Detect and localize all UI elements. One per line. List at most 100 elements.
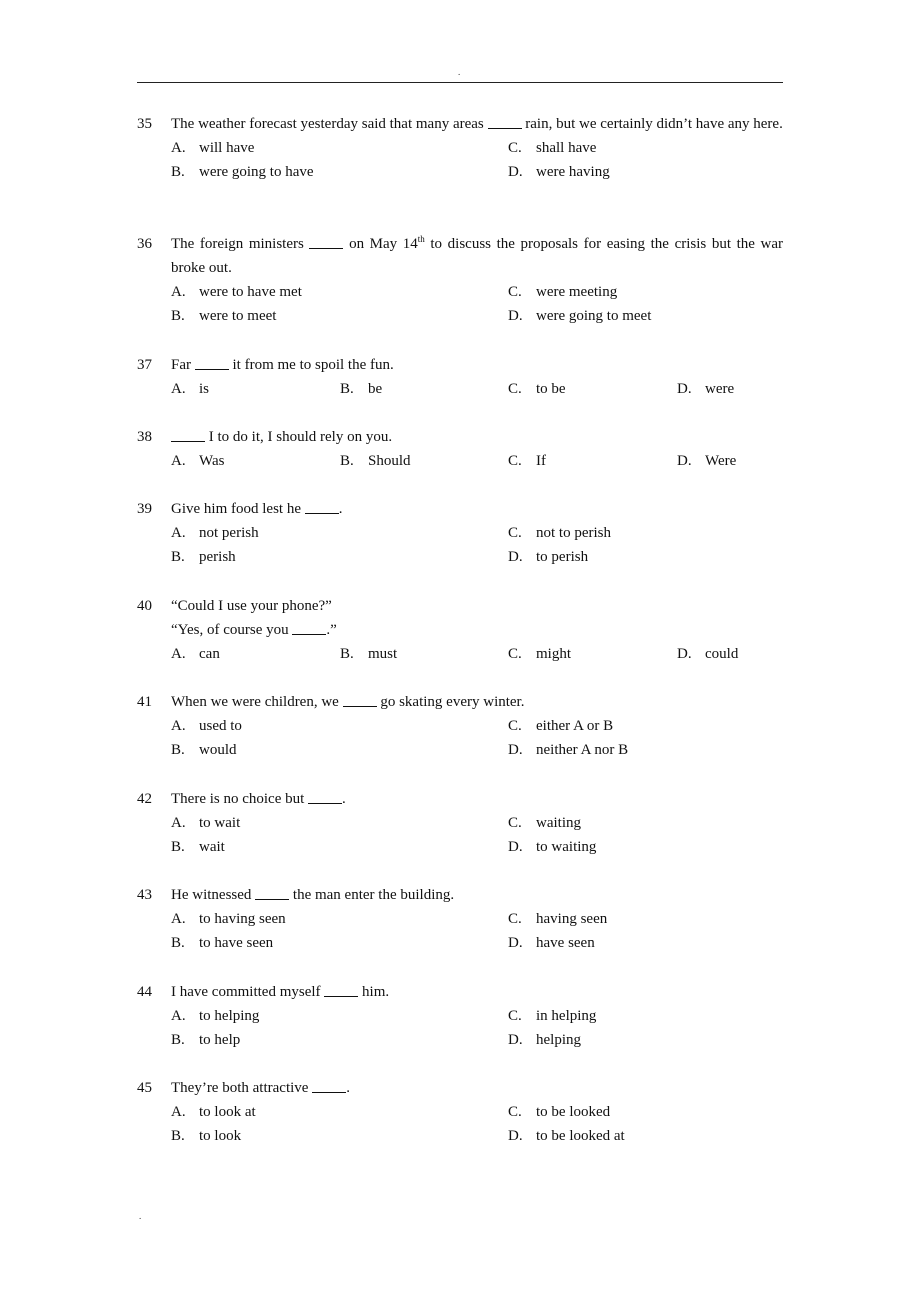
option-b[interactable]: B. Should (340, 449, 411, 473)
option-c[interactable]: C. in helping (508, 1004, 596, 1028)
option-a[interactable]: A. not perish (171, 521, 259, 545)
option-d[interactable]: D. were (677, 377, 734, 401)
options: A. to look at B. to look C. to be looked D.… (171, 1100, 783, 1148)
option-d[interactable]: D. helping (508, 1028, 581, 1052)
option-b[interactable]: B. were going to have (171, 160, 314, 184)
question-38: 38 I to do it, I should rely on you. A. W… (137, 425, 783, 473)
question-36: 36 The foreign ministers on May 14th to … (137, 232, 783, 328)
option-b[interactable]: B. were to meet (171, 304, 276, 328)
question-45: 45 They’re both attractive . A. to look a… (137, 1076, 783, 1148)
option-a[interactable]: A. can (171, 642, 220, 666)
option-d[interactable]: D. to perish (508, 545, 588, 569)
question-44: 44 I have committed myself him. A. to hel… (137, 980, 783, 1052)
question-37: 37 Far it from me to spoil the fun. A. is… (137, 353, 783, 401)
option-c[interactable]: C. waiting (508, 811, 581, 835)
question-stem: I have committed myself him. (171, 982, 390, 1000)
option-b[interactable]: B. perish (171, 545, 236, 569)
option-a[interactable]: A. to wait (171, 811, 240, 835)
option-b[interactable]: B. would (171, 738, 237, 762)
options: A. to helping B. to help C. in helping D. he… (171, 1004, 783, 1052)
option-d[interactable]: D. to waiting (508, 835, 596, 859)
option-d[interactable]: D. neither A nor B (508, 738, 628, 762)
option-b[interactable]: B. to help (171, 1028, 240, 1052)
question-number: 38 (137, 429, 152, 445)
question-stem: When we were children, we go skating eve… (171, 692, 525, 710)
question-41: 41 When we were children, we go skating … (137, 690, 783, 762)
question-number: 42 (137, 791, 152, 807)
options: A. is B. be C. to be D. were (171, 377, 783, 401)
answer-blank (324, 982, 359, 997)
question-number: 36 (137, 236, 152, 252)
question-stem: They’re both attractive . (171, 1078, 350, 1096)
option-b[interactable]: B. to look (171, 1124, 241, 1148)
question-35: 35 The weather forecast yesterday said t… (137, 112, 783, 184)
question-stem: The weather forecast yesterday said that… (171, 116, 783, 132)
option-c[interactable]: C. not to perish (508, 521, 611, 545)
options: A. to having seen B. to have seen C. having… (171, 907, 783, 955)
option-b[interactable]: B. wait (171, 835, 225, 859)
option-d[interactable]: D. have seen (508, 931, 595, 955)
option-d[interactable]: D. Were (677, 449, 736, 473)
question-39: 39 Give him food lest he . A. not perish … (137, 497, 783, 569)
options: A. used to B. would C. either A or B D. neit… (171, 714, 783, 762)
options: A. Was B. Should C. If D. Were (171, 449, 783, 473)
question-number: 35 (137, 116, 152, 132)
option-a[interactable]: A. to helping (171, 1004, 259, 1028)
answer-blank (304, 499, 339, 514)
option-c[interactable]: C. might (508, 642, 571, 666)
header-rule (137, 82, 783, 83)
option-d[interactable]: D. could (677, 642, 738, 666)
header-mark: . (458, 67, 461, 77)
question-stem: Give him food lest he . (171, 499, 343, 517)
question-stem: Far it from me to spoil the fun. (171, 355, 394, 373)
answer-blank (255, 885, 290, 900)
option-c[interactable]: C. either A or B (508, 714, 613, 738)
option-d[interactable]: D. to be looked at (508, 1124, 625, 1148)
options: A. were to have met B. were to meet C. were… (171, 280, 783, 328)
answer-blank (309, 234, 344, 249)
dialogue-line-1: “Could I use your phone?” (171, 598, 332, 614)
option-a[interactable]: A. to having seen (171, 907, 286, 931)
option-c[interactable]: C. were meeting (508, 280, 617, 304)
option-c[interactable]: C. shall have (508, 136, 596, 160)
question-43: 43 He witnessed the man enter the buildi… (137, 883, 783, 955)
options: A. to wait B. wait C. waiting D. to waiting (171, 811, 783, 859)
option-d[interactable]: D. were having (508, 160, 610, 184)
question-number: 41 (137, 694, 152, 710)
options: A. will have B. were going to have C. shall… (171, 136, 783, 184)
options: A. can B. must C. might D. could (171, 642, 783, 666)
option-a[interactable]: A. Was (171, 449, 224, 473)
option-b[interactable]: B. to have seen (171, 931, 273, 955)
option-a[interactable]: A. to look at (171, 1100, 256, 1124)
question-number: 40 (137, 598, 152, 614)
footer-mark: . (139, 1211, 142, 1221)
option-b[interactable]: B. be (340, 377, 382, 401)
option-a[interactable]: A. will have (171, 136, 254, 160)
answer-blank (194, 355, 229, 370)
answer-blank (171, 427, 205, 442)
answer-blank (312, 1078, 347, 1093)
question-number: 44 (137, 984, 152, 1000)
options: A. not perish B. perish C. not to perish D.… (171, 521, 783, 569)
question-number: 43 (137, 887, 152, 903)
option-a[interactable]: A. is (171, 377, 209, 401)
question-stem: The foreign ministers on May 14th to dis… (171, 234, 784, 277)
answer-blank (342, 692, 377, 707)
option-a[interactable]: A. used to (171, 714, 242, 738)
question-40: 40 “Could I use your phone?” “Yes, of co… (137, 594, 783, 666)
option-c[interactable]: C. having seen (508, 907, 607, 931)
answer-blank (308, 789, 343, 804)
option-b[interactable]: B. must (340, 642, 397, 666)
answer-blank (292, 620, 327, 635)
question-stem: I to do it, I should rely on you. (171, 425, 783, 449)
option-c[interactable]: C. to be looked (508, 1100, 610, 1124)
option-c[interactable]: C. to be (508, 377, 566, 401)
option-a[interactable]: A. were to have met (171, 280, 302, 304)
question-number: 39 (137, 501, 152, 517)
question-stem: There is no choice but . (171, 789, 346, 807)
question-42: 42 There is no choice but . A. to wait B.… (137, 787, 783, 859)
option-d[interactable]: D. were going to meet (508, 304, 651, 328)
option-c[interactable]: C. If (508, 449, 546, 473)
question-number: 37 (137, 357, 152, 373)
question-stem: He witnessed the man enter the building. (171, 885, 455, 903)
